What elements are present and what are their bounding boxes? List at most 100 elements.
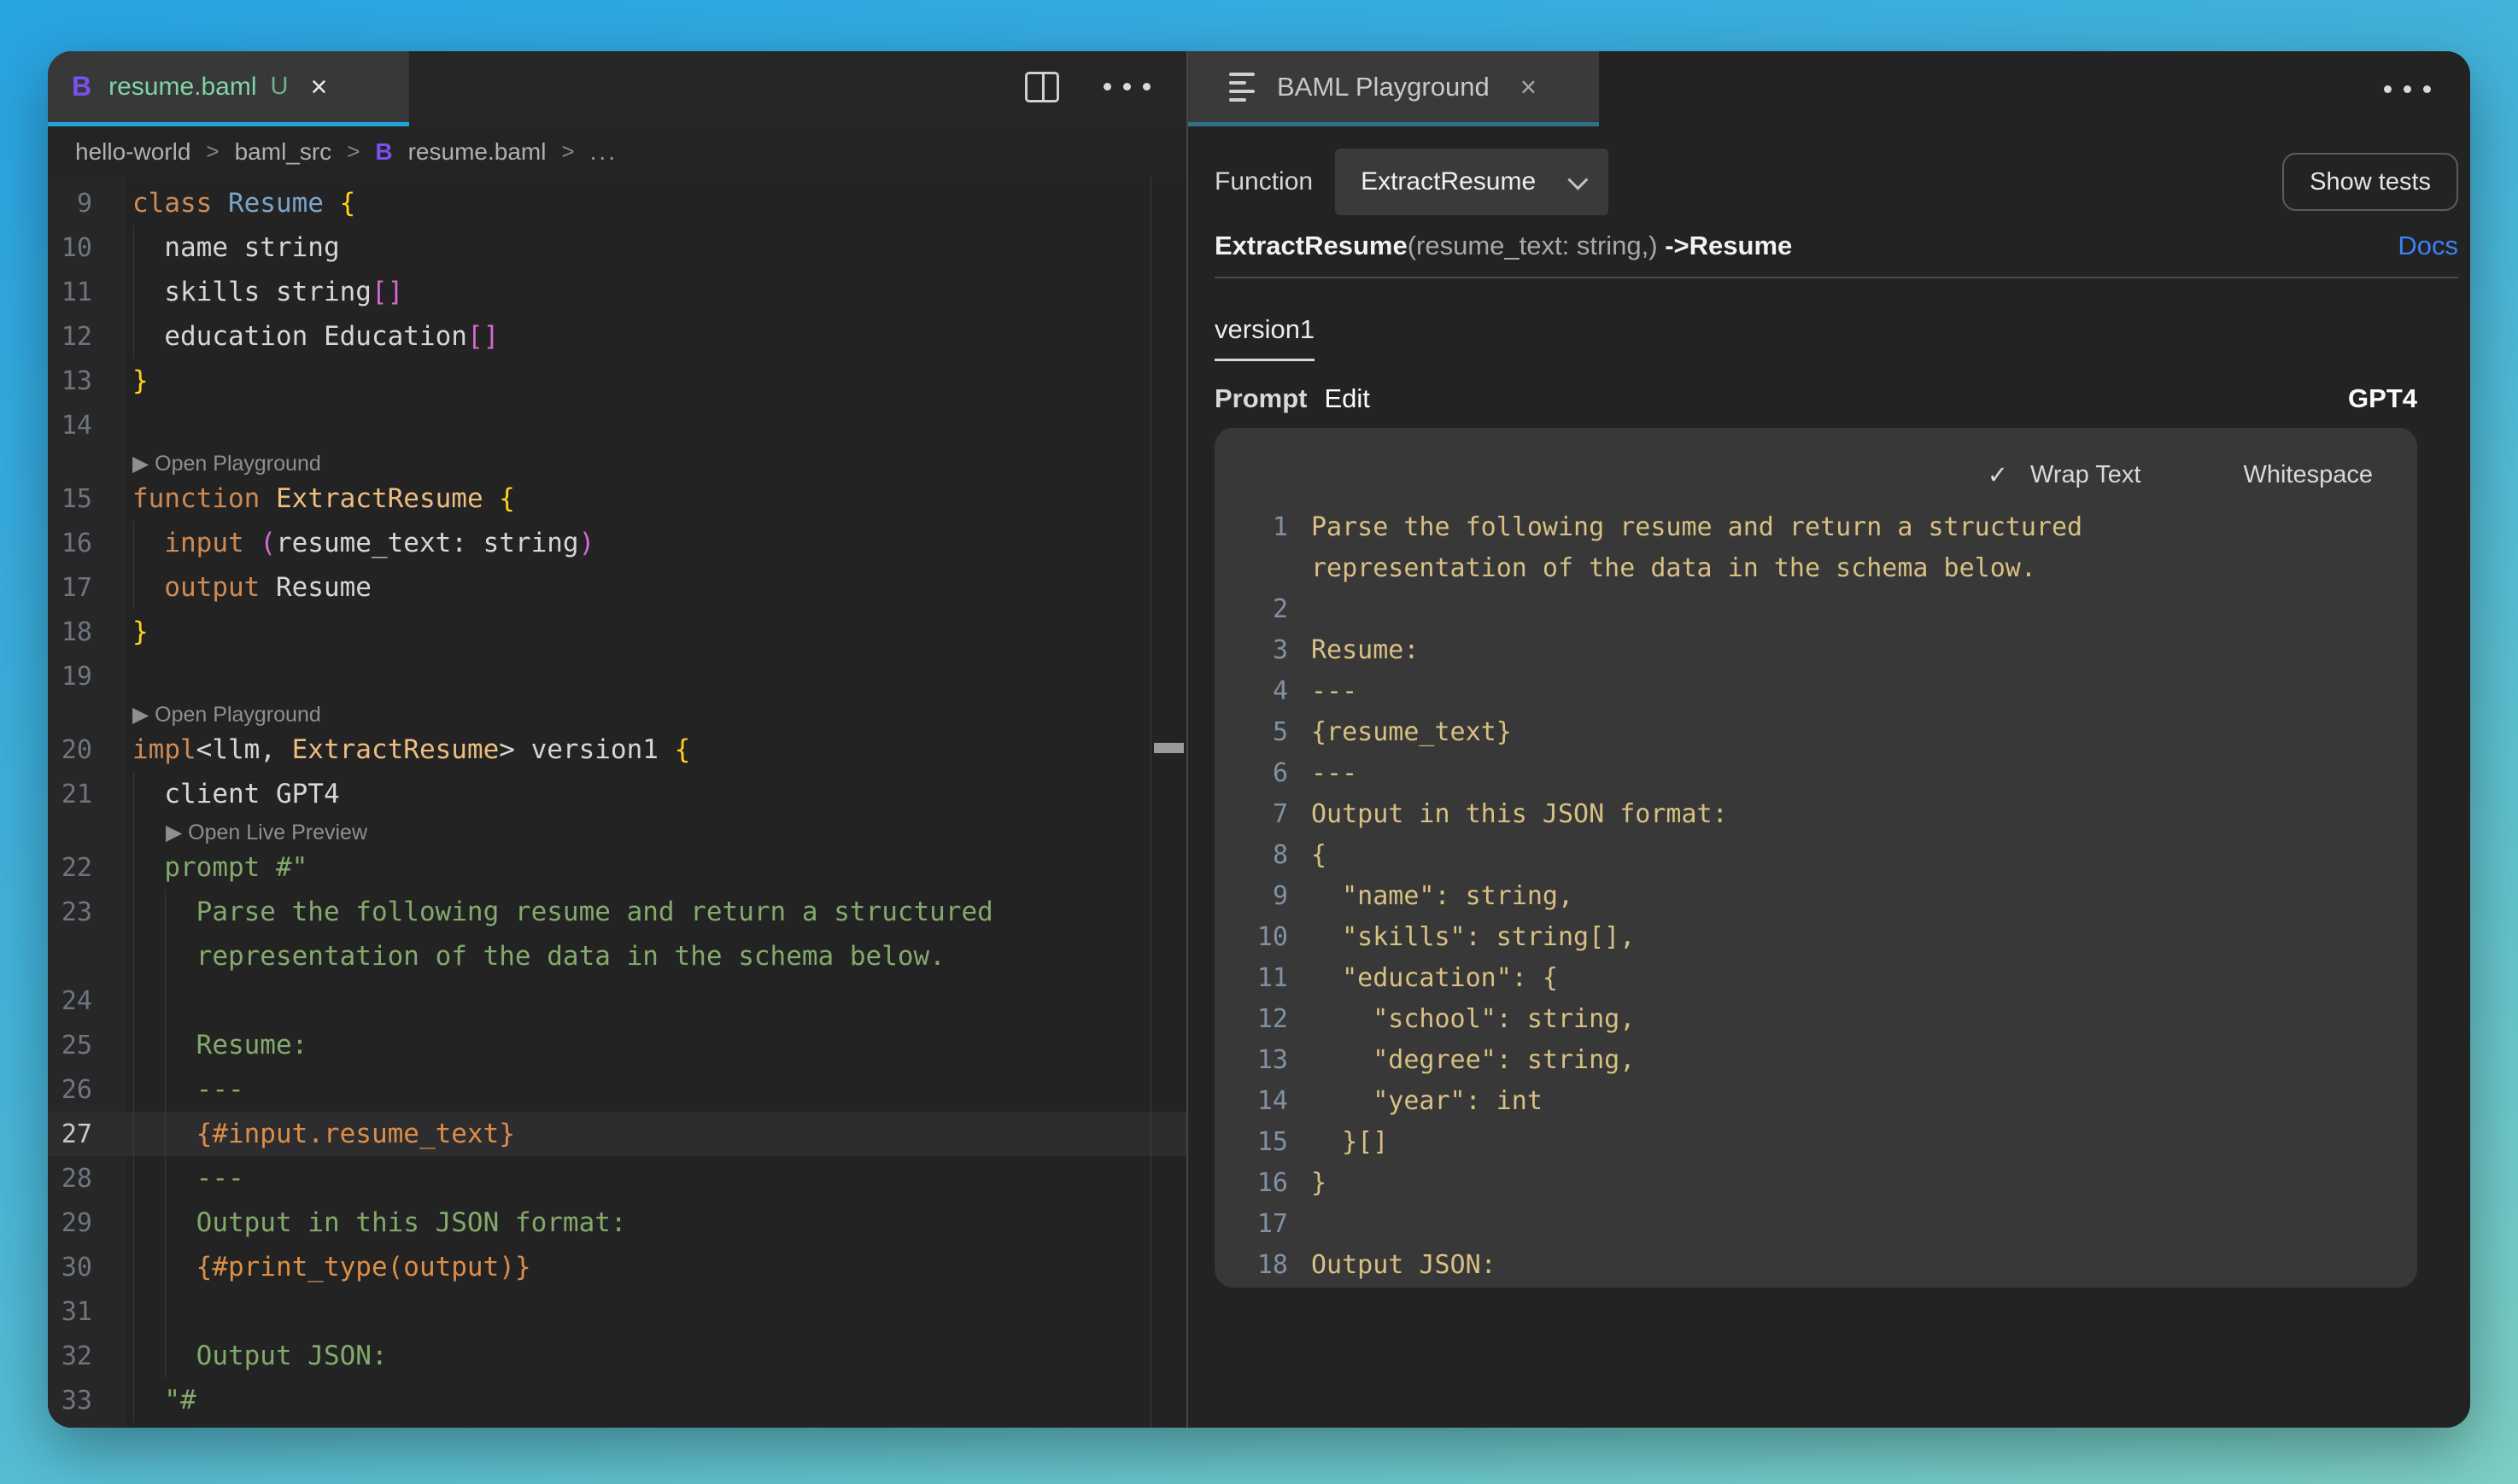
- editor-tabbar: B resume.baml U ×: [48, 51, 1186, 126]
- code-line[interactable]: 9class Resume {: [48, 181, 1186, 225]
- playground-content: Function ExtractResume Show tests Extrac…: [1188, 126, 2470, 1428]
- indent-guide: [133, 225, 134, 359]
- function-label: Function: [1215, 167, 1313, 196]
- code-line[interactable]: 33 "#: [48, 1378, 1186, 1423]
- line-number: 12: [48, 322, 126, 352]
- prompt-line: 18Output JSON:: [1215, 1244, 2417, 1285]
- codelens-action[interactable]: ▶ Open Playground: [48, 447, 1186, 476]
- breadcrumb-item-folder[interactable]: baml_src: [235, 138, 332, 166]
- line-number: 31: [48, 1297, 126, 1327]
- prompt-line: 7Output in this JSON format:: [1215, 793, 2417, 834]
- line-number: 20: [48, 735, 126, 765]
- line-number: 27: [48, 1119, 126, 1149]
- code-line[interactable]: 30 {#print_type(output)}: [48, 1245, 1186, 1289]
- code-line[interactable]: 13}: [48, 359, 1186, 403]
- prompt-line: 8{: [1215, 834, 2417, 875]
- code-line[interactable]: 29 Output in this JSON format:: [48, 1201, 1186, 1245]
- line-number: 29: [48, 1208, 126, 1238]
- code-line[interactable]: 28 ---: [48, 1156, 1186, 1201]
- code-line[interactable]: 22 prompt #": [48, 845, 1186, 890]
- code-line[interactable]: 11 skills string[]: [48, 270, 1186, 314]
- close-icon[interactable]: ×: [310, 73, 327, 102]
- codelens-action[interactable]: ▶ Open Playground: [48, 698, 1186, 727]
- code-line[interactable]: 16 input (resume_text: string): [48, 521, 1186, 565]
- code-line[interactable]: 19: [48, 654, 1186, 698]
- chevron-right-icon: >: [561, 138, 574, 165]
- prompt-line: 17: [1215, 1203, 2417, 1244]
- code-line[interactable]: 15function ExtractResume {: [48, 476, 1186, 521]
- tab-baml-playground[interactable]: BAML Playground ×: [1188, 51, 1599, 126]
- prompt-line: 5{resume_text}: [1215, 711, 2417, 752]
- code-line[interactable]: 24: [48, 979, 1186, 1023]
- line-number: 17: [48, 573, 126, 603]
- code-line[interactable]: representation of the data in the schema…: [48, 934, 1186, 979]
- breadcrumb-item-symbol[interactable]: ...: [590, 138, 618, 166]
- prompt-line: 12 "school": string,: [1215, 998, 2417, 1039]
- code-line[interactable]: 10 name string: [48, 225, 1186, 270]
- baml-playground-panel: BAML Playground × Function ExtractResume…: [1186, 51, 2470, 1428]
- prompt-line: 15 }[]: [1215, 1121, 2417, 1162]
- whitespace-toggle[interactable]: Whitespace: [2243, 461, 2373, 489]
- show-tests-button[interactable]: Show tests: [2282, 153, 2458, 211]
- prompt-line: 6---: [1215, 752, 2417, 793]
- prompt-line: representation of the data in the schema…: [1215, 547, 2417, 588]
- breadcrumb-item-folder[interactable]: hello-world: [75, 138, 190, 166]
- prompt-preview: ✓ Wrap Text Whitespace 1Parse the follow…: [1215, 428, 2417, 1288]
- code-line[interactable]: 32 Output JSON:: [48, 1334, 1186, 1378]
- code-line[interactable]: 31: [48, 1289, 1186, 1334]
- tab-version1[interactable]: version1: [1215, 314, 1315, 361]
- more-actions-icon[interactable]: [1104, 83, 1151, 91]
- prompt-line: 11 "education": {: [1215, 957, 2417, 998]
- more-actions-icon[interactable]: [2384, 85, 2431, 93]
- line-number: 16: [48, 529, 126, 558]
- function-select[interactable]: ExtractResume: [1335, 149, 1608, 215]
- code-line[interactable]: 14: [48, 403, 1186, 447]
- overview-ruler[interactable]: [1151, 177, 1186, 1428]
- line-number: 23: [48, 897, 126, 927]
- signature-arrow: ->: [1658, 231, 1689, 261]
- prompt-line: 1Parse the following resume and return a…: [1215, 506, 2417, 547]
- prompt-line: 13 "degree": string,: [1215, 1039, 2417, 1080]
- code-line[interactable]: 26 ---: [48, 1067, 1186, 1112]
- code-line[interactable]: 18}: [48, 610, 1186, 654]
- docs-link[interactable]: Docs: [2398, 231, 2458, 261]
- chevron-right-icon: >: [206, 138, 219, 165]
- wrap-text-label: Wrap Text: [2030, 461, 2140, 489]
- function-select-value: ExtractResume: [1361, 167, 1536, 196]
- breadcrumb: hello-world > baml_src > B resume.baml >…: [48, 126, 1186, 177]
- code-line[interactable]: 23 Parse the following resume and return…: [48, 890, 1186, 934]
- tab-resume-baml[interactable]: B resume.baml U ×: [48, 51, 409, 126]
- divider: [1215, 277, 2458, 278]
- prompt-line: 2: [1215, 588, 2417, 629]
- code-line[interactable]: 25 Resume:: [48, 1023, 1186, 1067]
- editor-group-left: B resume.baml U × hello-world > baml_src…: [48, 51, 1186, 1428]
- prompt-line: 14 "year": int: [1215, 1080, 2417, 1121]
- indent-guide: [133, 521, 134, 610]
- prompt-label: Prompt: [1215, 383, 1308, 414]
- check-icon: ✓: [1988, 460, 2008, 490]
- line-number: 21: [48, 780, 126, 809]
- wrap-text-toggle[interactable]: ✓ Wrap Text: [1988, 460, 2141, 490]
- signature-return-type: Resume: [1689, 231, 1793, 261]
- edit-link[interactable]: Edit: [1325, 383, 1370, 414]
- line-number: 30: [48, 1253, 126, 1282]
- code-line[interactable]: 21 client GPT4: [48, 772, 1186, 816]
- code-editor[interactable]: 9class Resume {10 name string11 skills s…: [48, 177, 1186, 1428]
- breadcrumb-item-file[interactable]: resume.baml: [408, 138, 547, 166]
- close-icon[interactable]: ×: [1520, 71, 1537, 103]
- code-line[interactable]: 12 education Education[]: [48, 314, 1186, 359]
- code-line[interactable]: 27 {#input.resume_text}: [48, 1112, 1186, 1156]
- indent-guide: [133, 772, 134, 1423]
- line-number: 33: [48, 1386, 126, 1416]
- codelens-action[interactable]: ▶ Open Live Preview: [48, 816, 1186, 845]
- signature-name: ExtractResume: [1215, 231, 1408, 261]
- code-line[interactable]: 17 output Resume: [48, 565, 1186, 610]
- line-number: 28: [48, 1164, 126, 1194]
- prompt-line: 9 "name": string,: [1215, 875, 2417, 916]
- prompt-line: 3Resume:: [1215, 629, 2417, 670]
- line-number: 22: [48, 853, 126, 883]
- model-badge: GPT4: [2348, 383, 2417, 414]
- code-line[interactable]: 20impl<llm, ExtractResume> version1 {: [48, 727, 1186, 772]
- split-editor-icon[interactable]: [1025, 72, 1059, 102]
- baml-file-icon: B: [375, 138, 392, 166]
